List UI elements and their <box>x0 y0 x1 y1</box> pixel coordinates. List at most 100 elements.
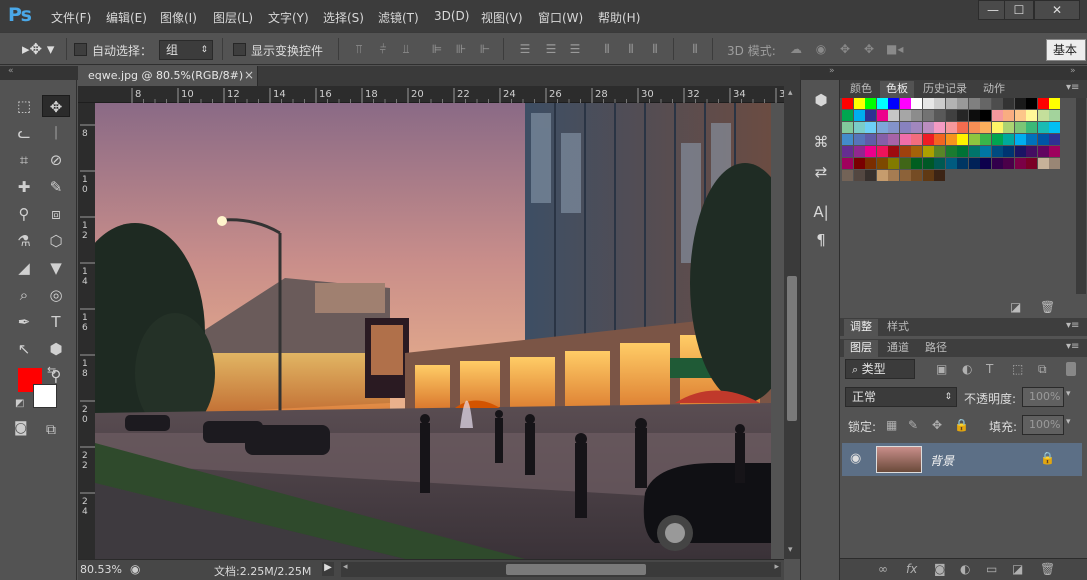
color-swatch[interactable] <box>1049 146 1060 157</box>
color-swatch[interactable] <box>1003 146 1014 157</box>
tab-actions[interactable]: 动作 <box>976 81 1012 98</box>
color-swatch[interactable] <box>945 146 957 157</box>
adjustment-layer-icon[interactable]: ◐ <box>960 562 970 576</box>
color-swatch[interactable] <box>842 134 853 145</box>
align-hcenter-icon[interactable]: ⊪ <box>454 42 468 56</box>
color-swatch[interactable] <box>1003 122 1014 133</box>
history-brush-tool-icon[interactable]: ⧈ <box>42 203 70 225</box>
type-tool-icon[interactable]: T <box>42 311 70 333</box>
eraser-tool-icon[interactable]: ⚗ <box>10 230 38 252</box>
color-swatch[interactable] <box>980 110 991 121</box>
blend-mode-dropdown[interactable]: 正常 ⇕ <box>845 387 957 407</box>
color-swatch[interactable] <box>899 110 911 121</box>
paint-bucket-tool-icon[interactable]: ⬡ <box>42 230 70 252</box>
horizontal-scrollbar[interactable]: ◂ ▸ <box>341 562 781 577</box>
color-swatch[interactable] <box>911 158 922 169</box>
color-swatch[interactable] <box>865 158 876 169</box>
path-select-tool-icon[interactable]: ↖ <box>10 338 38 360</box>
pen-tool-icon[interactable]: ✒ <box>10 311 38 333</box>
menu-filter[interactable]: 滤镜(T) <box>378 9 419 26</box>
align-left-icon[interactable]: ⊫ <box>430 42 444 56</box>
color-swatch[interactable] <box>968 110 980 121</box>
maximize-button[interactable]: ☐ <box>1004 0 1034 20</box>
shape-tool-icon[interactable]: ⬢ <box>42 338 70 360</box>
color-swatch[interactable] <box>876 110 888 121</box>
layer-style-icon[interactable]: fx <box>906 562 917 576</box>
3d-slide-icon[interactable]: ✥ <box>862 42 876 56</box>
color-swatch[interactable] <box>980 146 991 157</box>
color-swatch[interactable] <box>1037 158 1049 169</box>
color-swatch[interactable] <box>957 158 968 169</box>
3d-pan-icon[interactable]: ✥ <box>838 42 852 56</box>
color-swatch[interactable] <box>888 122 899 133</box>
color-swatch[interactable] <box>945 122 957 133</box>
swap-colors-icon[interactable]: ⇆ <box>47 364 56 377</box>
fill-arrow-icon[interactable]: ▾ <box>1066 417 1071 427</box>
color-swatch[interactable] <box>853 134 865 145</box>
color-swatch[interactable] <box>1026 158 1037 169</box>
screen-mode-icon[interactable]: ⧉ <box>46 422 56 438</box>
color-swatch[interactable] <box>1049 158 1060 169</box>
quick-mask-icon[interactable]: ◙ <box>14 420 28 436</box>
color-swatch[interactable] <box>899 158 911 169</box>
color-swatch[interactable] <box>865 170 876 181</box>
color-swatch[interactable] <box>922 122 934 133</box>
lock-all-icon[interactable]: 🔒 <box>954 418 969 432</box>
tab-paths[interactable]: 路径 <box>918 340 954 357</box>
color-swatch[interactable] <box>1003 98 1014 109</box>
color-swatch[interactable] <box>934 98 945 109</box>
color-swatch[interactable] <box>1003 158 1014 169</box>
panel-menu-icon[interactable]: ▾≡ <box>1066 82 1079 93</box>
3d-scale-icon[interactable]: ■◂ <box>886 42 903 56</box>
color-swatch[interactable] <box>991 158 1003 169</box>
menu-image[interactable]: 图像(I) <box>160 9 197 26</box>
color-swatch[interactable] <box>934 110 945 121</box>
opacity-field[interactable]: 100% <box>1022 387 1064 407</box>
color-swatch[interactable] <box>934 134 945 145</box>
distribute-right-icon[interactable]: ⦀ <box>648 42 662 56</box>
auto-select-checkbox[interactable] <box>74 43 87 56</box>
color-swatch[interactable] <box>968 122 980 133</box>
new-group-icon[interactable]: ▭ <box>986 562 997 576</box>
color-swatch[interactable] <box>865 122 876 133</box>
color-swatch[interactable] <box>980 122 991 133</box>
distribute-hcenter-icon[interactable]: ⦀ <box>624 42 638 56</box>
align-top-icon[interactable]: ⫪ <box>352 42 366 56</box>
3d-roll-icon[interactable]: ◉ <box>814 42 828 56</box>
collapse-right-icon[interactable]: » <box>1070 66 1076 76</box>
color-swatch[interactable] <box>899 146 911 157</box>
color-swatch[interactable] <box>888 170 899 181</box>
scroll-left-icon[interactable]: ◂ <box>343 562 348 572</box>
rect-marquee-tool-icon[interactable]: ⬚ <box>10 95 38 117</box>
color-swatch[interactable] <box>888 146 899 157</box>
color-swatch[interactable] <box>876 134 888 145</box>
color-swatch[interactable] <box>899 170 911 181</box>
tab-channels[interactable]: 通道 <box>880 340 916 357</box>
color-swatch[interactable] <box>1049 110 1060 121</box>
color-swatch[interactable] <box>968 146 980 157</box>
color-swatch[interactable] <box>1003 110 1014 121</box>
color-swatch[interactable] <box>1014 146 1026 157</box>
filter-toggle[interactable] <box>1066 362 1076 376</box>
auto-select-dropdown[interactable]: 组 ⇕ <box>159 40 213 60</box>
filter-type-icon[interactable]: T <box>986 362 993 376</box>
color-swatch[interactable] <box>922 134 934 145</box>
menu-help[interactable]: 帮助(H) <box>598 9 640 26</box>
zoom-level[interactable]: 80.53% <box>80 563 122 576</box>
color-swatch[interactable] <box>1014 98 1026 109</box>
layer-filter-dropdown[interactable]: ⌕ 类型 <box>845 359 915 379</box>
opacity-arrow-icon[interactable]: ▾ <box>1066 389 1071 399</box>
color-swatch[interactable] <box>934 146 945 157</box>
color-swatch[interactable] <box>842 158 853 169</box>
color-swatch[interactable] <box>991 146 1003 157</box>
expand-panel-icon[interactable]: » <box>829 66 835 76</box>
new-layer-icon[interactable]: ◪ <box>1012 562 1023 576</box>
lasso-tool-icon[interactable]: ᓚ <box>10 122 38 144</box>
color-swatch[interactable] <box>922 98 934 109</box>
color-swatch[interactable] <box>957 122 968 133</box>
color-swatch[interactable] <box>968 98 980 109</box>
color-swatch[interactable] <box>980 158 991 169</box>
delete-swatch-icon[interactable]: 🗑 <box>1040 300 1055 314</box>
distribute-vcenter-icon[interactable]: ☰ <box>544 42 558 56</box>
move-tool-icon[interactable]: ✥ <box>42 95 70 117</box>
